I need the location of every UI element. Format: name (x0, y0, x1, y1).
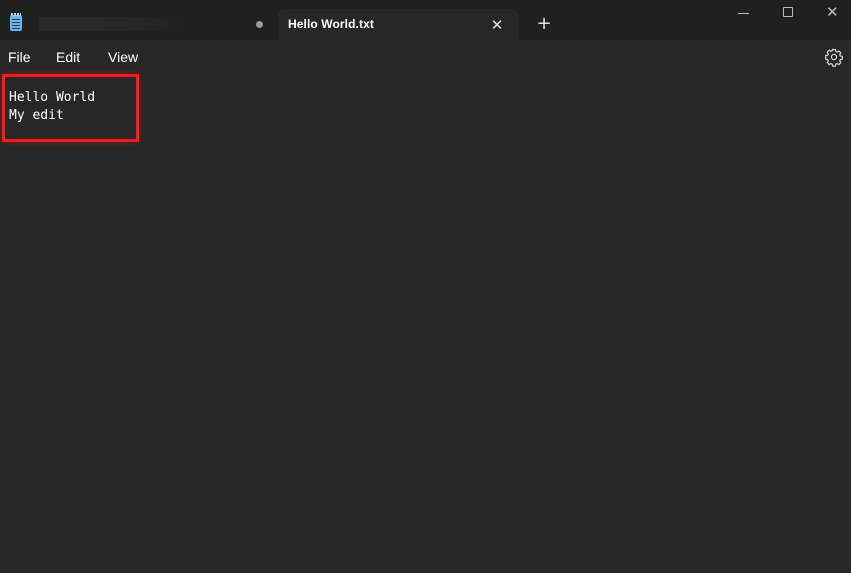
notepad-window: Hello World.txt ✕ + ✕ File Edit View Hel… (0, 0, 851, 573)
close-tab-icon[interactable]: ✕ (486, 14, 508, 36)
tab-title-blurred (39, 17, 189, 31)
menu-view[interactable]: View (108, 49, 138, 65)
settings-button[interactable] (823, 46, 845, 68)
gear-icon (825, 48, 843, 67)
close-icon: ✕ (826, 3, 839, 21)
tab-hello-world[interactable]: Hello World.txt ✕ (278, 9, 518, 40)
close-window-button[interactable]: ✕ (810, 0, 851, 28)
maximize-button[interactable] (765, 0, 811, 28)
tab-title: Hello World.txt (288, 17, 374, 31)
unsaved-dot-icon (256, 21, 263, 28)
minimize-icon (738, 13, 749, 14)
menu-edit[interactable]: Edit (56, 49, 80, 65)
text-editor[interactable]: Hello World My edit (0, 72, 851, 573)
minimize-button[interactable] (720, 0, 766, 28)
tab-untitled[interactable] (34, 9, 274, 40)
title-bar: Hello World.txt ✕ + ✕ (0, 0, 851, 40)
menu-file[interactable]: File (8, 49, 31, 65)
maximize-icon (783, 7, 793, 17)
highlight-annotation (2, 74, 139, 142)
notepad-icon (10, 13, 22, 31)
menu-bar: File Edit View (0, 40, 851, 72)
new-tab-button[interactable]: + (531, 11, 557, 37)
